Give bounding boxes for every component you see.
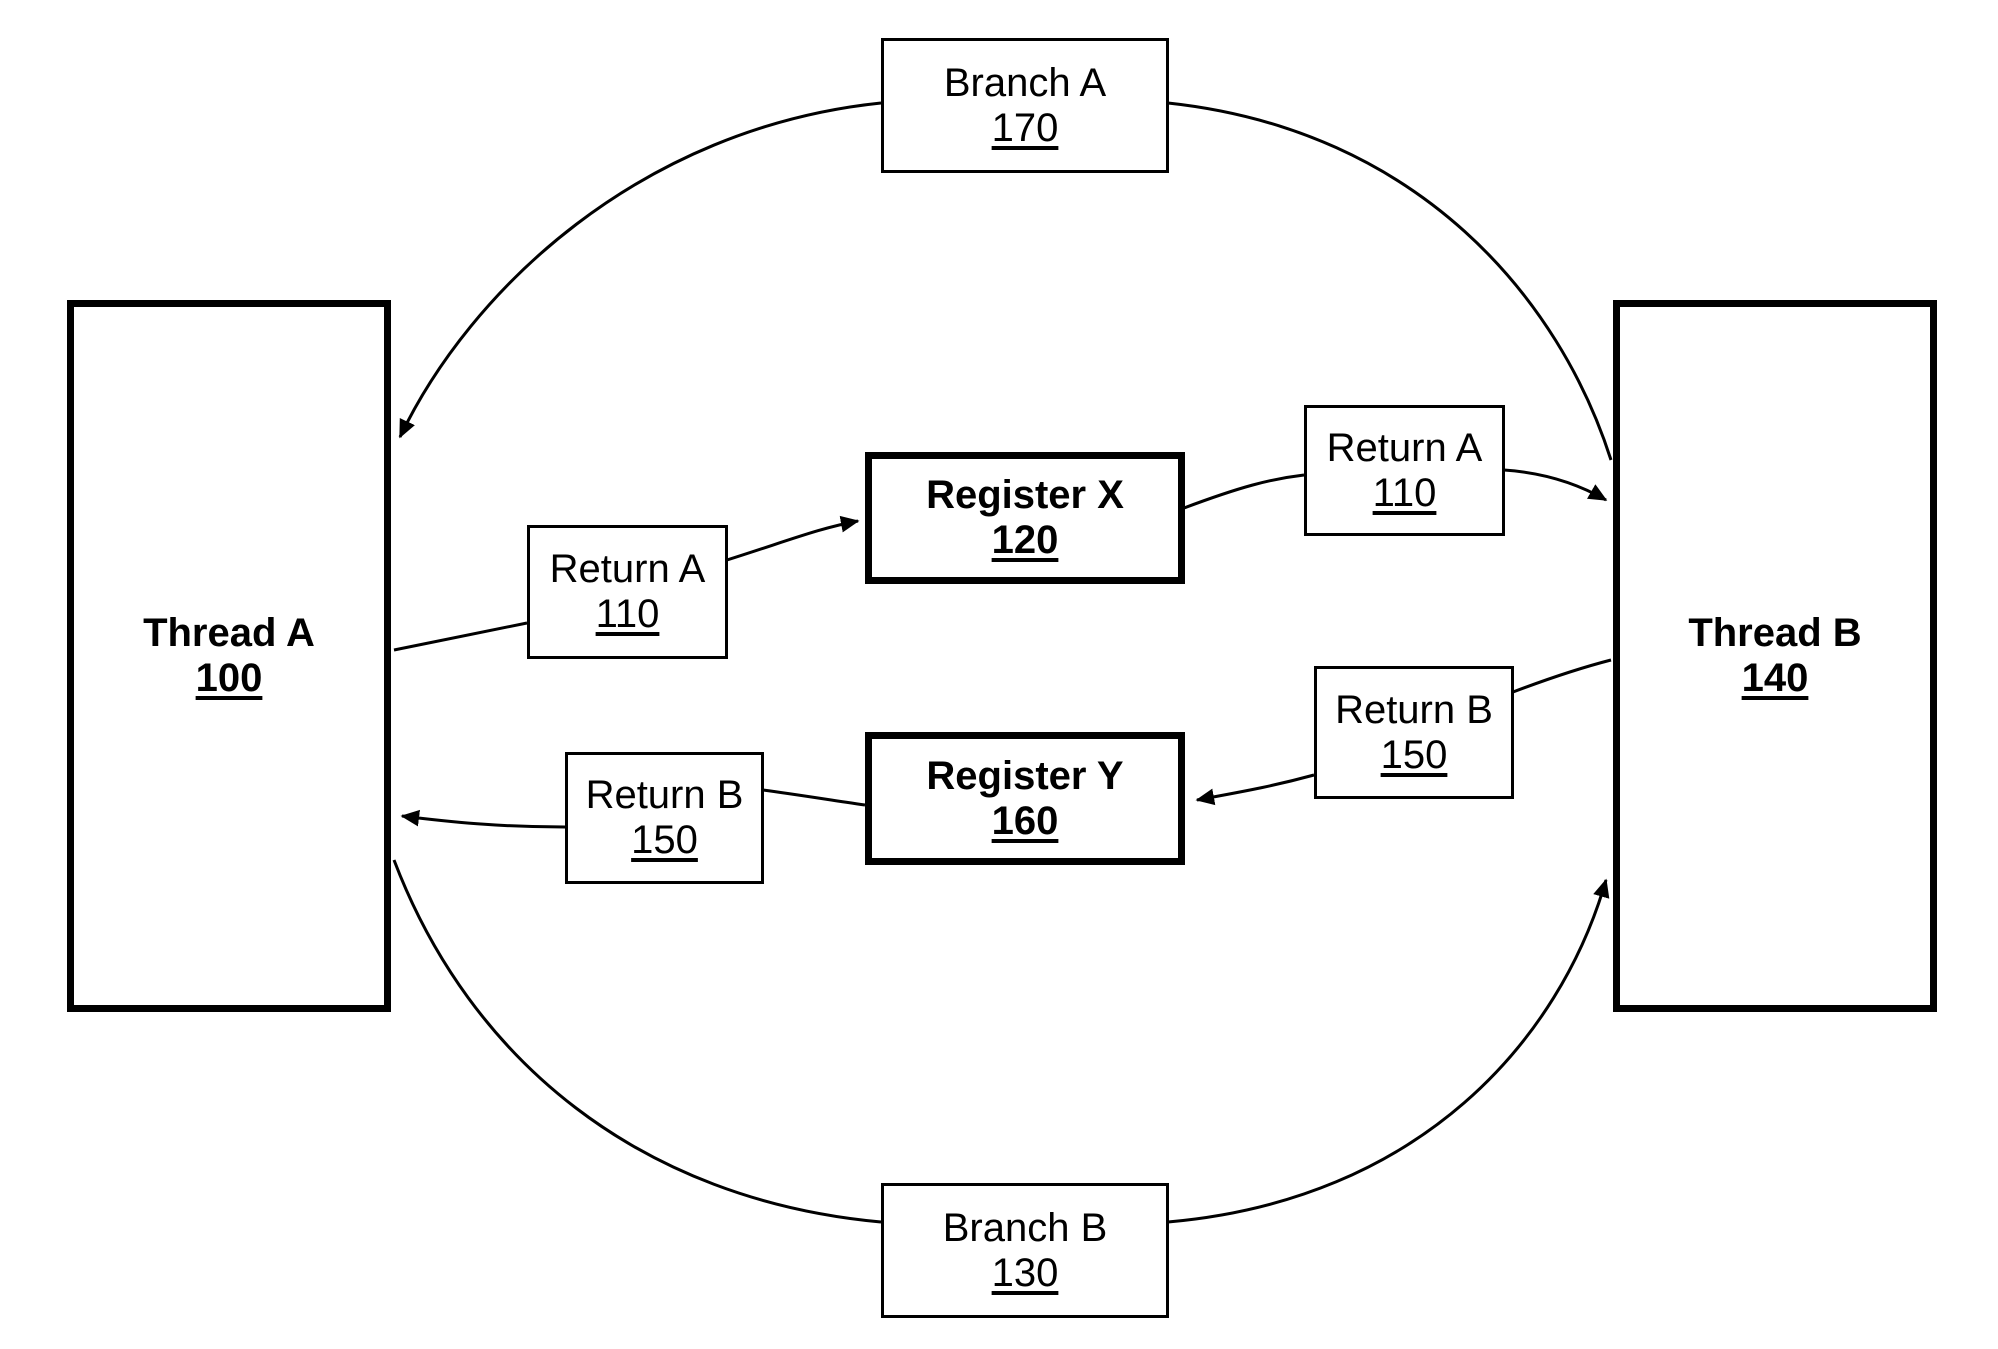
return-a-right-callout[interactable]: Return A 110 bbox=[1304, 405, 1505, 536]
branch-a-title: Branch A bbox=[943, 60, 1107, 105]
register-x-reference: 120 bbox=[991, 518, 1059, 562]
return-a-right-title: Return A bbox=[1326, 425, 1483, 470]
return-b-left-reference: 150 bbox=[631, 818, 698, 862]
branch-a-block[interactable]: Branch A 170 bbox=[881, 38, 1169, 173]
edge-thread-b-to-return-b bbox=[1512, 658, 1612, 694]
edge-branch-a-to-thread-a bbox=[398, 101, 882, 439]
return-b-left-callout[interactable]: Return B 150 bbox=[565, 752, 764, 884]
return-a-right-reference: 110 bbox=[1372, 470, 1437, 515]
edge-branch-b-to-thread-b bbox=[1167, 878, 1610, 1224]
branch-b-block[interactable]: Branch B 130 bbox=[881, 1183, 1169, 1318]
return-b-right-title: Return B bbox=[1335, 687, 1493, 732]
edge-return-b-to-register-y bbox=[1195, 773, 1315, 806]
branch-b-reference: 130 bbox=[991, 1250, 1059, 1295]
edge-return-a-to-thread-b bbox=[1503, 468, 1608, 502]
register-x-block[interactable]: Register X 120 bbox=[865, 452, 1185, 584]
register-x-title: Register X bbox=[926, 473, 1124, 518]
thread-b-reference: 140 bbox=[1741, 656, 1809, 700]
edge-thread-a-to-return-a bbox=[393, 621, 528, 652]
edge-register-y-to-return-b bbox=[762, 788, 866, 807]
register-y-block[interactable]: Register Y 160 bbox=[865, 732, 1185, 865]
diagram-canvas: Thread A 100 Thread B 140 Register X 120… bbox=[0, 0, 1998, 1349]
thread-a-reference: 100 bbox=[195, 656, 263, 700]
branch-b-title: Branch B bbox=[942, 1205, 1108, 1250]
thread-a-title: Thread A bbox=[143, 611, 315, 656]
return-b-right-callout[interactable]: Return B 150 bbox=[1314, 666, 1514, 799]
edge-return-b-to-thread-a bbox=[400, 809, 566, 829]
return-a-left-title: Return A bbox=[549, 547, 706, 592]
edge-return-a-to-register-x bbox=[726, 515, 860, 562]
thread-b-block[interactable]: Thread B 140 bbox=[1613, 300, 1937, 1012]
return-a-left-reference: 110 bbox=[595, 592, 660, 636]
register-y-title: Register Y bbox=[926, 753, 1124, 798]
thread-a-block[interactable]: Thread A 100 bbox=[67, 300, 391, 1012]
return-b-right-reference: 150 bbox=[1380, 732, 1448, 777]
edge-register-x-to-return-a bbox=[1183, 473, 1305, 510]
thread-b-title: Thread B bbox=[1688, 611, 1862, 656]
edge-thread-a-to-branch-b bbox=[392, 859, 882, 1224]
return-b-left-title: Return B bbox=[585, 773, 744, 818]
return-a-left-callout[interactable]: Return A 110 bbox=[527, 525, 728, 659]
branch-a-reference: 170 bbox=[991, 105, 1059, 150]
register-y-reference: 160 bbox=[991, 798, 1059, 843]
